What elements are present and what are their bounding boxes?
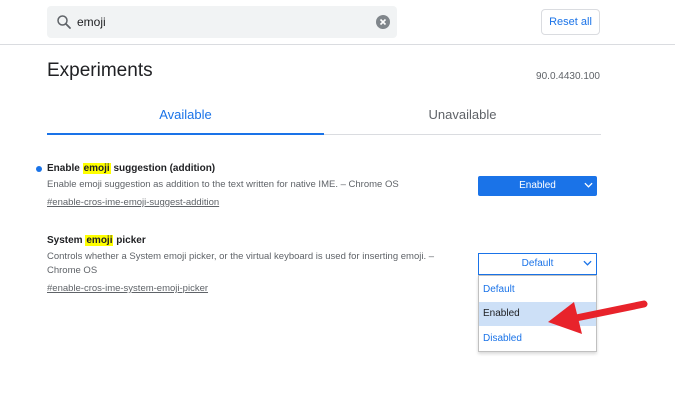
search-highlight: emoji: [82, 163, 111, 174]
experiment-description: Enable emoji suggestion as addition to t…: [47, 179, 399, 190]
modified-indicator-dot: [36, 166, 42, 172]
chevron-down-icon: [584, 182, 593, 188]
search-box[interactable]: [47, 6, 397, 38]
top-bar: Reset all: [0, 0, 675, 45]
clear-search-icon[interactable]: [376, 15, 390, 29]
experiment-title: System emoji picker: [47, 235, 146, 246]
search-input[interactable]: [77, 12, 377, 32]
annotation-arrow-icon: [548, 300, 648, 334]
experiment-permalink[interactable]: #enable-cros-ime-emoji-suggest-addition: [47, 196, 219, 210]
version-label: 90.0.4430.100: [536, 71, 600, 82]
tab-unavailable[interactable]: Unavailable: [324, 100, 601, 134]
page-title: Experiments: [47, 60, 153, 81]
emoji-suggestion-select[interactable]: Enabled: [478, 176, 597, 196]
chevron-down-icon: [583, 260, 592, 266]
tab-bar: Available Unavailable: [47, 100, 601, 135]
search-highlight: emoji: [85, 235, 114, 246]
experiment-emoji-suggestion: Enable emoji suggestion (addition) Enabl…: [47, 162, 467, 210]
search-icon: [57, 15, 71, 29]
experiment-permalink[interactable]: #enable-cros-ime-system-emoji-picker: [47, 282, 208, 296]
emoji-picker-select[interactable]: Default: [478, 253, 597, 275]
tab-available[interactable]: Available: [47, 100, 324, 135]
experiment-title: Enable emoji suggestion (addition): [47, 163, 216, 174]
experiment-description: Controls whether a System emoji picker, …: [47, 251, 435, 276]
reset-all-button[interactable]: Reset all: [541, 9, 600, 35]
experiment-emoji-picker: System emoji picker Controls whether a S…: [47, 234, 467, 296]
